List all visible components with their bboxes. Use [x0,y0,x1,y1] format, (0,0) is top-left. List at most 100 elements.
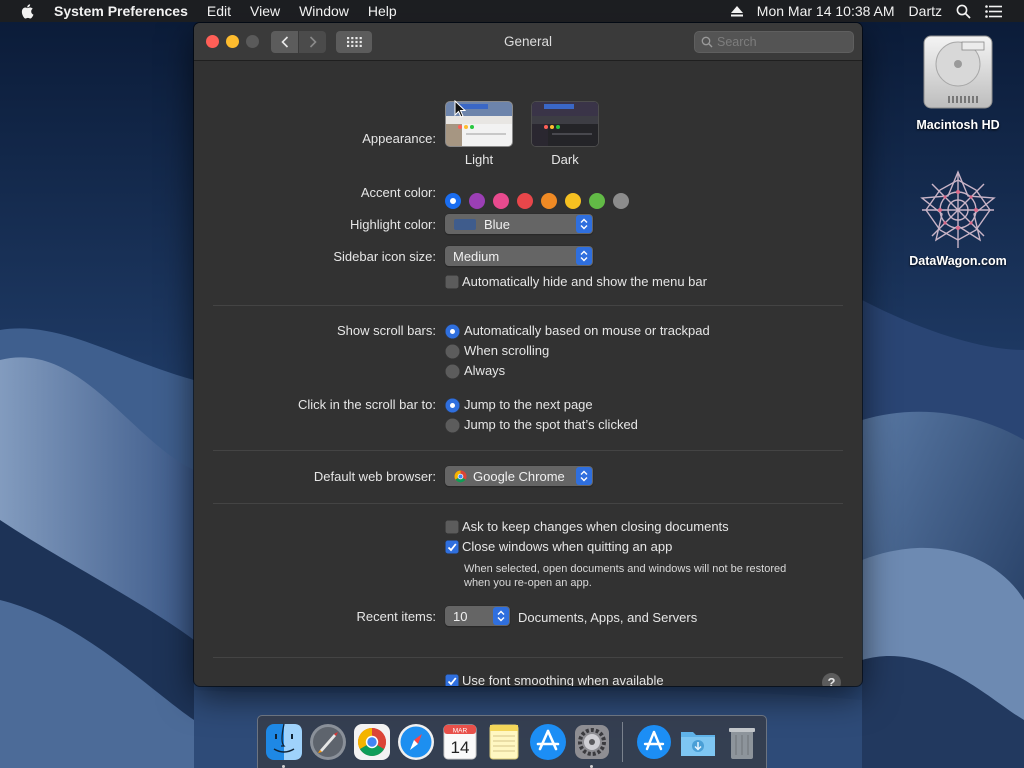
popup-arrows-icon [493,607,509,625]
menu-bar: System Preferences Edit View Window Help… [0,0,1024,22]
calendar-icon[interactable]: MAR 14 [440,722,480,762]
show-scroll-bars-label: Show scroll bars: [337,323,436,338]
accent-color-swatch[interactable] [541,193,557,209]
scroll-bars-automatic-label[interactable]: Automatically based on mouse or trackpad [464,323,710,338]
hard-drive-icon [923,35,993,109]
app-store-download-icon[interactable] [634,722,674,762]
menu-edit[interactable]: Edit [207,3,231,19]
search-field[interactable] [694,31,854,53]
desktop-icon-datawagon[interactable]: DataWagon.com [903,170,1013,268]
popup-arrows-icon [576,215,592,233]
sidebar-icon-size-label: Sidebar icon size: [333,249,436,264]
desktop-icon-label: DataWagon.com [909,254,1007,268]
dock: MAR 14 [257,715,767,768]
search-icon [701,36,713,48]
notes-icon[interactable] [484,722,524,762]
ask-keep-changes-label[interactable]: Ask to keep changes when closing documen… [462,519,729,534]
launchpad-icon[interactable] [308,722,348,762]
font-smoothing-label[interactable]: Use font smoothing when available [462,673,664,686]
trash-icon[interactable] [722,722,762,762]
scroll-click-spot-label[interactable]: Jump to the spot that’s clicked [464,417,638,432]
eject-icon[interactable] [730,5,743,17]
accent-color-swatch[interactable] [589,193,605,209]
menu-clock[interactable]: Mon Mar 14 10:38 AM [757,3,895,19]
recent-items-value: 10 [453,608,468,624]
menu-app-name[interactable]: System Preferences [54,3,188,19]
highlight-color-chip [454,218,476,230]
desktop-icon-label: Macintosh HD [916,118,1000,132]
appearance-dark-option[interactable] [531,101,599,147]
auto-hide-menubar-label[interactable]: Automatically hide and show the menu bar [462,274,707,289]
chrome-icon [454,469,467,483]
sidebar-icon-size-popup[interactable]: Medium [445,246,593,266]
accent-color-swatch[interactable] [493,193,509,209]
scroll-click-next-page-radio[interactable] [445,398,460,413]
close-windows-note-line-2: when you re-open an app. [464,577,592,589]
separator [213,657,843,658]
desktop-icon-macintosh-hd[interactable]: Macintosh HD [903,30,1013,132]
highlight-color-popup[interactable]: Blue [445,214,593,234]
scroll-bars-always-label[interactable]: Always [464,363,505,378]
checkmark-icon [447,677,457,686]
safari-icon[interactable] [396,722,436,762]
appearance-dark-label: Dark [551,152,579,167]
system-preferences-icon[interactable] [572,722,612,762]
menu-help[interactable]: Help [368,3,397,19]
sidebar-icon-size-value: Medium [453,248,500,264]
scroll-click-label: Click in the scroll bar to: [298,397,436,412]
accent-color-swatch[interactable] [613,193,629,209]
search-input[interactable] [717,34,847,50]
help-button[interactable]: ? [822,673,841,686]
spotlight-search-icon[interactable] [956,4,971,19]
menu-window[interactable]: Window [299,3,349,19]
checkmark-icon [447,543,457,552]
apple-menu-icon[interactable] [19,2,37,20]
downloads-folder-icon[interactable] [678,722,718,762]
scroll-bars-always-radio[interactable] [445,364,460,379]
recent-items-popup[interactable]: 10 [445,606,510,626]
mandala-icon [920,170,996,248]
separator [213,305,843,306]
accent-color-swatch[interactable] [445,193,461,209]
mouse-cursor-icon [454,100,466,118]
ask-keep-changes-checkbox[interactable] [445,520,459,534]
accent-color-swatch[interactable] [469,193,485,209]
finder-icon[interactable] [264,722,304,762]
scroll-bars-when-scrolling-radio[interactable] [445,344,460,359]
scroll-bars-automatic-radio[interactable] [445,324,460,339]
default-browser-label: Default web browser: [313,469,436,484]
accent-color-label: Accent color: [360,185,436,200]
calendar-day: 14 [451,738,470,757]
accent-color-swatch[interactable] [565,193,581,209]
general-pane: Appearance: Light Dark Accent color: Hig… [194,61,862,686]
chrome-icon[interactable] [352,722,392,762]
close-windows-note-line-1: When selected, open documents and window… [464,563,787,575]
default-browser-popup[interactable]: Google Chrome [445,466,593,486]
dark-theme-preview-icon [532,102,598,146]
auto-hide-menubar-checkbox[interactable] [445,275,459,289]
title-bar[interactable]: General [194,23,862,61]
scroll-bars-when-scrolling-label[interactable]: When scrolling [464,343,549,358]
close-windows-checkbox[interactable] [445,540,459,554]
separator [213,503,843,504]
menu-view[interactable]: View [250,3,280,19]
appearance-light-label: Light [464,152,494,167]
font-smoothing-checkbox[interactable] [445,674,459,686]
accent-color-swatch[interactable] [517,193,533,209]
highlight-color-value: Blue [484,216,511,232]
popup-arrows-icon [576,247,592,265]
system-preferences-window: General Appearance: Light [194,23,862,686]
recent-items-suffix: Documents, Apps, and Servers [518,610,698,625]
separator [213,450,843,451]
appearance-label: Appearance: [362,131,436,146]
notification-center-icon[interactable] [985,4,1002,18]
menu-user-name[interactable]: Dartz [909,3,942,19]
calendar-month: MAR [453,728,468,735]
app-store-icon[interactable] [528,722,568,762]
default-browser-value: Google Chrome [473,468,565,484]
close-windows-label[interactable]: Close windows when quitting an app [462,539,672,554]
recent-items-label: Recent items: [356,609,436,624]
scroll-click-spot-radio[interactable] [445,418,460,433]
highlight-color-label: Highlight color: [350,217,436,232]
scroll-click-next-page-label[interactable]: Jump to the next page [464,397,593,412]
